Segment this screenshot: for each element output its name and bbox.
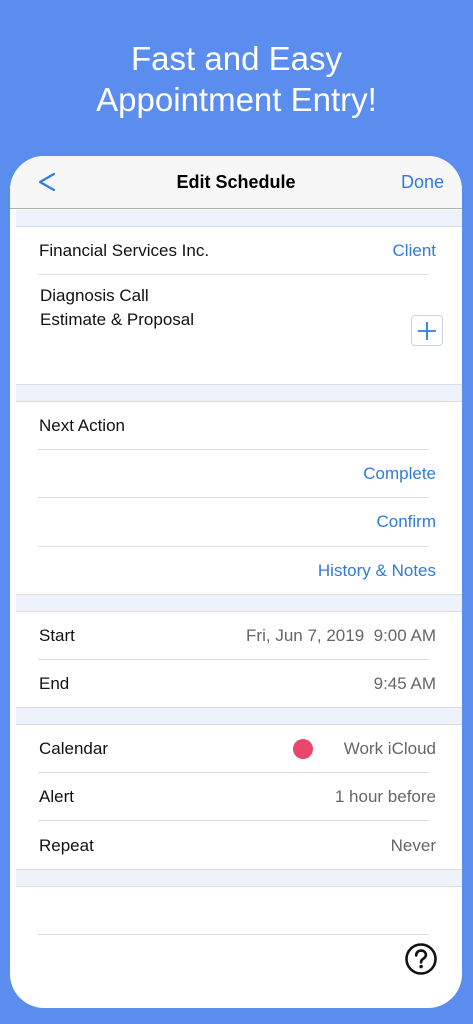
client-name[interactable]: Financial Services Inc. bbox=[39, 241, 209, 261]
phone-screen: Edit Schedule Done Financial Services In… bbox=[10, 156, 462, 1008]
alert-label: Alert bbox=[39, 787, 74, 806]
calendar-value[interactable]: Work iCloud bbox=[344, 739, 436, 759]
history-notes-button[interactable]: History & Notes bbox=[318, 561, 436, 581]
promo-headline: Fast and Easy Appointment Entry! bbox=[0, 38, 473, 120]
divider bbox=[16, 724, 462, 725]
divider bbox=[38, 274, 429, 275]
section-gap bbox=[16, 385, 462, 401]
page-title: Edit Schedule bbox=[176, 172, 296, 192]
calendar-color-dot bbox=[293, 739, 313, 759]
headline-line-1: Fast and Easy bbox=[131, 40, 342, 77]
service-item[interactable]: Estimate & Proposal bbox=[40, 310, 194, 330]
divider bbox=[38, 546, 429, 547]
divider bbox=[38, 497, 429, 498]
divider bbox=[16, 886, 462, 887]
headline-line-2: Appointment Entry! bbox=[96, 81, 377, 118]
alert-value[interactable]: 1 hour before bbox=[335, 787, 436, 807]
calendar-label: Calendar bbox=[39, 739, 108, 758]
help-button[interactable] bbox=[404, 942, 438, 976]
start-label: Start bbox=[39, 626, 75, 645]
client-button[interactable]: Client bbox=[393, 241, 436, 261]
divider bbox=[16, 401, 462, 402]
end-label: End bbox=[39, 674, 70, 693]
next-action-label: Next Action bbox=[39, 416, 125, 435]
divider bbox=[38, 659, 429, 660]
divider bbox=[38, 449, 429, 450]
plus-icon bbox=[418, 321, 436, 340]
section-gap bbox=[16, 210, 462, 226]
divider bbox=[38, 820, 429, 821]
section-gap bbox=[16, 708, 462, 724]
add-service-button[interactable] bbox=[411, 315, 443, 346]
repeat-value[interactable]: Never bbox=[391, 836, 436, 856]
navigation-bar: Edit Schedule Done bbox=[10, 156, 462, 209]
end-time-field[interactable]: 9:45 AM bbox=[374, 674, 436, 694]
confirm-button[interactable]: Confirm bbox=[376, 512, 436, 532]
section-gap bbox=[16, 595, 462, 611]
start-time-field[interactable]: Fri, Jun 7, 2019 9:00 AM bbox=[246, 626, 436, 646]
section-gap bbox=[16, 870, 462, 886]
divider bbox=[38, 772, 429, 773]
done-button[interactable]: Done bbox=[401, 172, 444, 193]
repeat-label: Repeat bbox=[39, 836, 94, 855]
help-circle-icon bbox=[405, 943, 437, 975]
service-item[interactable]: Diagnosis Call bbox=[40, 286, 149, 306]
divider bbox=[16, 226, 462, 227]
divider bbox=[16, 611, 462, 612]
divider bbox=[38, 934, 429, 935]
complete-button[interactable]: Complete bbox=[363, 464, 436, 484]
